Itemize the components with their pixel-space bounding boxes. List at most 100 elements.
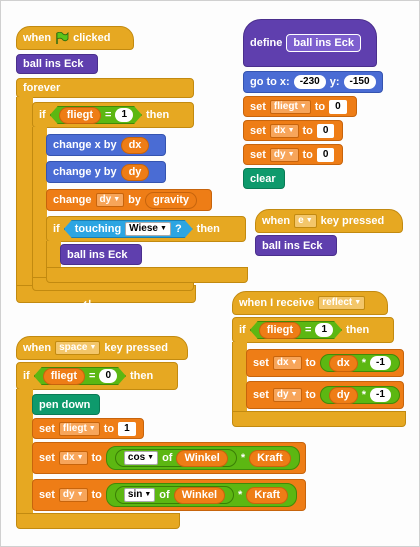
- function-dropdown[interactable]: cos ▼: [123, 451, 159, 465]
- to-label: to: [305, 389, 316, 401]
- dropdown-arrow-icon: ▼: [354, 299, 362, 306]
- value-field[interactable]: 1: [118, 421, 136, 436]
- key-dropdown[interactable]: space ▼: [55, 341, 101, 355]
- variable-dropdown-value: dx: [62, 452, 75, 463]
- clear-block[interactable]: clear: [243, 168, 285, 189]
- dropdown-arrow-icon: ▼: [88, 424, 96, 432]
- set-dx-trig-block[interactable]: set dx ▼ to cos ▼ of Winkel * Kraft: [32, 442, 306, 474]
- if-label: if: [23, 370, 30, 382]
- value-field[interactable]: 0: [316, 123, 335, 138]
- call-ball-ins-eck-block[interactable]: ball ins Eck: [60, 244, 142, 265]
- if-arm-1: [32, 127, 47, 279]
- winkel-variable[interactable]: Winkel: [173, 486, 226, 504]
- of-label: of: [162, 452, 173, 464]
- factor-field[interactable]: -1: [370, 356, 391, 370]
- touching-sensor[interactable]: touching Wiese ▼ ?: [64, 220, 193, 238]
- compare-value-field[interactable]: 0: [99, 369, 117, 383]
- to-label: to: [302, 148, 313, 161]
- if-block-receive[interactable]: if fliegt = 1 then: [232, 317, 394, 343]
- key-dropdown[interactable]: e ▼: [294, 214, 317, 228]
- change-y-by-block[interactable]: change y by dy: [46, 161, 166, 183]
- variable-dropdown[interactable]: dx ▼: [58, 451, 88, 465]
- fliegt-variable[interactable]: fliegt: [59, 107, 101, 124]
- multiply-operator[interactable]: dy * -1: [319, 386, 400, 404]
- dropdown-arrow-icon: ▼: [113, 196, 121, 203]
- when-flag-clicked-hat[interactable]: when clicked: [16, 26, 134, 50]
- set-label: set: [39, 489, 55, 501]
- equals-operator[interactable]: fliegt = 0: [34, 367, 126, 385]
- equals-operator[interactable]: fliegt = 1: [250, 321, 342, 339]
- equals-sign: =: [105, 109, 112, 121]
- go-to-xy-block[interactable]: go to x: -230 y: -150: [243, 71, 383, 93]
- green-flag-icon: [56, 32, 69, 44]
- fliegt-variable[interactable]: fliegt: [43, 368, 85, 385]
- if-block-1[interactable]: if fliegt = 1 then: [32, 102, 194, 128]
- set-dy-trig-block[interactable]: set dy ▼ to sin ▼ of Winkel * Kraft: [32, 479, 306, 511]
- variable-dropdown[interactable]: dy ▼: [58, 488, 88, 502]
- gravity-variable[interactable]: gravity: [144, 191, 198, 209]
- variable-dropdown[interactable]: fliegt ▼: [269, 99, 311, 114]
- x-field[interactable]: -230: [293, 75, 326, 89]
- touch-target-dropdown[interactable]: Wiese ▼: [125, 222, 171, 236]
- compare-value-field[interactable]: 1: [315, 323, 333, 337]
- clear-label: clear: [250, 172, 276, 185]
- call-label: ball ins Eck: [23, 58, 84, 70]
- function-dropdown[interactable]: sin ▼: [123, 488, 156, 502]
- change-x-by-block[interactable]: change x by dx: [46, 134, 166, 156]
- define-hat[interactable]: define ball ins Eck: [243, 19, 377, 67]
- variable-dropdown[interactable]: dy ▼: [95, 193, 125, 207]
- variable-dropdown[interactable]: dx ▼: [272, 356, 302, 370]
- if-label: if: [239, 324, 246, 336]
- trig-function-operator[interactable]: cos ▼ of Winkel: [114, 449, 237, 467]
- dropdown-arrow-icon: ▼: [76, 491, 84, 498]
- equals-operator[interactable]: fliegt = 1: [50, 106, 142, 124]
- when-key-pressed-hat[interactable]: when e ▼ key pressed: [255, 209, 403, 233]
- if-foot-2: [46, 267, 248, 283]
- define-prototype[interactable]: ball ins Eck: [286, 34, 361, 52]
- forever-block[interactable]: forever: [16, 78, 194, 98]
- dx-variable[interactable]: dx: [328, 354, 358, 372]
- if-block-2[interactable]: if touching Wiese ▼ ? then: [46, 216, 246, 242]
- when-key-pressed-hat[interactable]: when space ▼ key pressed: [16, 336, 188, 360]
- loop-arrow-icon: ↵: [83, 298, 93, 310]
- script-area[interactable]: when clicked ball ins Eck forever ↵ if f…: [0, 0, 420, 547]
- set-dx-block[interactable]: set dx ▼ to 0: [243, 120, 343, 141]
- set-dx-expression-block[interactable]: set dx ▼ to dx * -1: [246, 349, 404, 377]
- question-mark: ?: [174, 223, 182, 235]
- dx-variable[interactable]: dx: [120, 136, 150, 154]
- variable-dropdown[interactable]: dy ▼: [272, 388, 302, 402]
- kraft-variable[interactable]: Kraft: [246, 486, 288, 504]
- fliegt-variable[interactable]: fliegt: [259, 322, 301, 339]
- if-label: if: [39, 109, 46, 121]
- clicked-label: clicked: [73, 32, 111, 44]
- if-block-space[interactable]: if fliegt = 0 then: [16, 362, 178, 390]
- touch-target-value: Wiese: [129, 223, 158, 234]
- trig-function-operator[interactable]: sin ▼ of Winkel: [114, 486, 235, 504]
- pen-down-block[interactable]: pen down: [32, 394, 100, 415]
- winkel-variable[interactable]: Winkel: [176, 449, 228, 467]
- message-dropdown[interactable]: reflect ▼: [318, 296, 366, 310]
- compare-value-field[interactable]: 1: [115, 108, 133, 122]
- dy-variable[interactable]: dy: [328, 386, 358, 404]
- multiply-operator[interactable]: cos ▼ of Winkel * Kraft: [105, 446, 300, 470]
- when-i-receive-hat[interactable]: when I receive reflect ▼: [232, 291, 388, 315]
- value-field[interactable]: 0: [329, 99, 347, 114]
- multiply-operator[interactable]: sin ▼ of Winkel * Kraft: [105, 483, 297, 507]
- set-dy-block[interactable]: set dy ▼ to 0: [243, 144, 343, 165]
- call-ball-ins-eck-block[interactable]: ball ins Eck: [16, 54, 98, 74]
- factor-field[interactable]: -1: [370, 388, 391, 402]
- variable-dropdown[interactable]: fliegt ▼: [58, 421, 100, 436]
- set-fliegt-block[interactable]: set fliegt ▼ to 0: [243, 96, 357, 117]
- value-field[interactable]: 0: [316, 147, 335, 162]
- equals-sign: =: [305, 324, 312, 336]
- call-ball-ins-eck-block[interactable]: ball ins Eck: [255, 235, 337, 256]
- y-field[interactable]: -150: [343, 75, 376, 89]
- multiply-operator[interactable]: dx * -1: [319, 354, 400, 372]
- change-variable-block[interactable]: change dy ▼ by gravity: [46, 189, 212, 211]
- kraft-variable[interactable]: Kraft: [249, 449, 291, 467]
- set-fliegt-block[interactable]: set fliegt ▼ to 1: [32, 418, 144, 439]
- variable-dropdown[interactable]: dy ▼: [269, 147, 299, 162]
- variable-dropdown[interactable]: dx ▼: [269, 123, 299, 138]
- dy-variable[interactable]: dy: [120, 163, 150, 181]
- set-dy-expression-block[interactable]: set dy ▼ to dy * -1: [246, 381, 404, 409]
